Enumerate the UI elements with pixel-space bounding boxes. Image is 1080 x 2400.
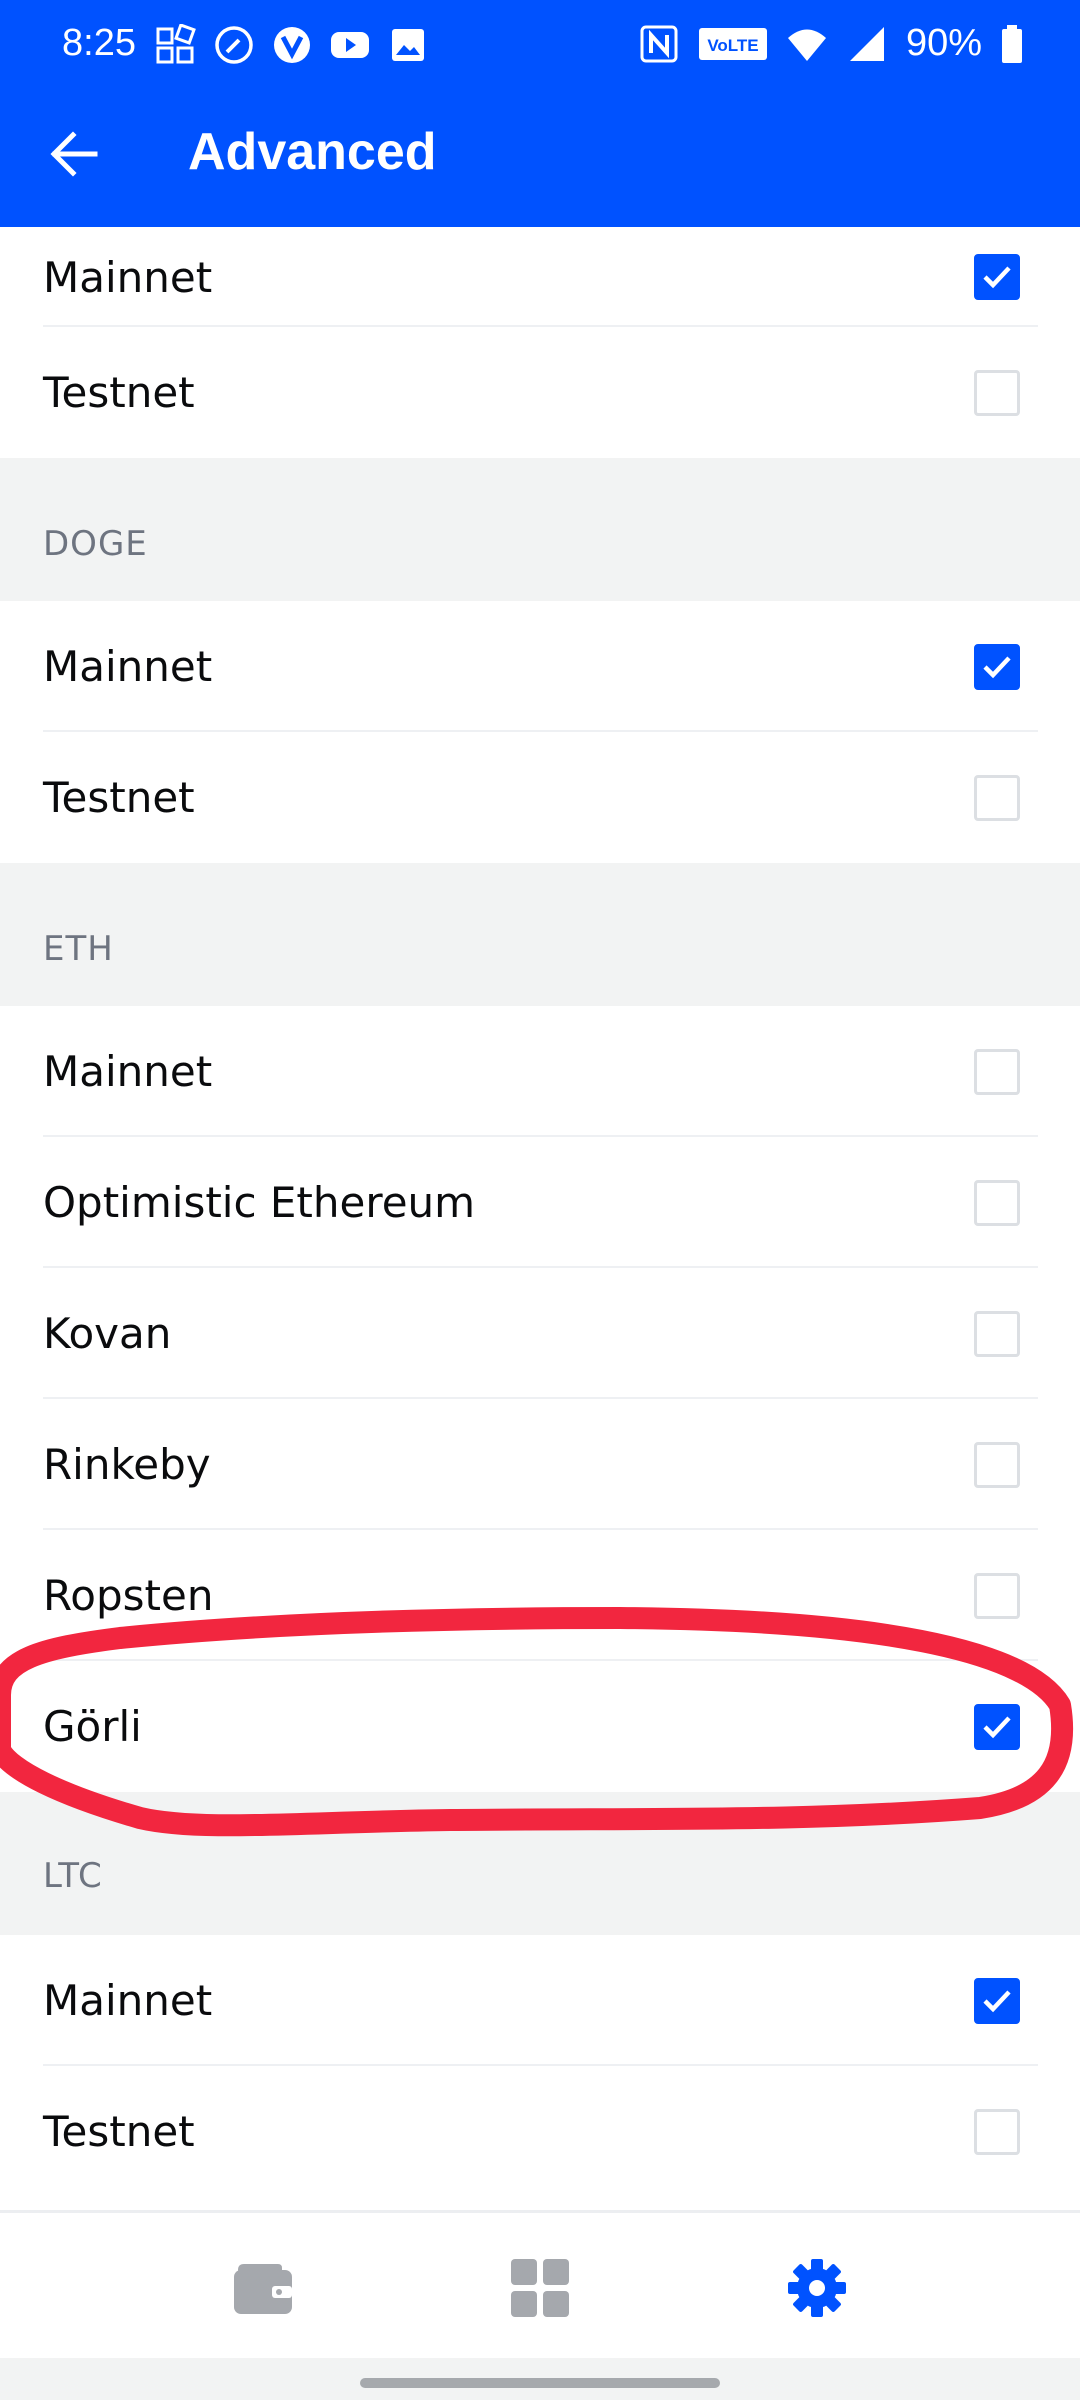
- network-label: Mainnet: [43, 252, 213, 302]
- compass-icon: [215, 26, 253, 64]
- network-label: Mainnet: [43, 642, 213, 691]
- network-row-mainnet[interactable]: Mainnet: [0, 227, 1080, 327]
- network-checkbox[interactable]: [974, 643, 1020, 690]
- checkmark-icon: [983, 1715, 1011, 1738]
- section-header-doge: DOGE: [0, 458, 1080, 601]
- status-time: 8:25: [62, 22, 136, 64]
- volte-icon: VoLTE: [698, 27, 767, 60]
- app-bar: Advanced: [0, 90, 1080, 227]
- network-checkbox[interactable]: [974, 1977, 1020, 2024]
- network-checkbox[interactable]: [974, 1048, 1020, 1095]
- network-label: Testnet: [43, 2107, 195, 2156]
- network-row-optimistic-ethereum[interactable]: Optimistic Ethereum: [0, 1137, 1080, 1268]
- network-label: Kovan: [43, 1309, 172, 1358]
- network-row-doge-testnet[interactable]: Testnet: [0, 732, 1080, 863]
- svg-text:VoLTE: VoLTE: [707, 36, 758, 55]
- network-row-kovan[interactable]: Kovan: [0, 1268, 1080, 1399]
- network-row-ltc-testnet[interactable]: Testnet: [0, 2066, 1080, 2197]
- image-icon: [392, 29, 424, 61]
- gear-icon: [788, 2259, 846, 2317]
- page-title: Advanced: [188, 123, 437, 181]
- apps-outline-icon: [156, 24, 196, 64]
- nfc-icon: [640, 25, 678, 62]
- grid-icon: [511, 2259, 569, 2317]
- network-row-testnet[interactable]: Testnet: [0, 327, 1080, 458]
- bottom-navigation: [0, 2210, 1080, 2358]
- battery-icon: [1002, 24, 1022, 63]
- network-checkbox[interactable]: [974, 254, 1020, 300]
- network-row-doge-mainnet[interactable]: Mainnet: [0, 601, 1080, 732]
- section-title: DOGE: [43, 524, 148, 564]
- status-bar: 8:25 VoLTE 90%: [0, 0, 1080, 90]
- network-row-rinkeby[interactable]: Rinkeby: [0, 1399, 1080, 1530]
- vivaldi-icon: [274, 27, 310, 63]
- section-title: ETH: [43, 929, 114, 969]
- section-header-ltc: LTC: [0, 1792, 1080, 1935]
- network-checkbox[interactable]: [974, 2108, 1020, 2155]
- network-checkbox[interactable]: [974, 1441, 1020, 1488]
- network-label: Rinkeby: [43, 1440, 211, 1489]
- checkmark-icon: [983, 266, 1011, 289]
- network-label: Görli: [43, 1702, 142, 1751]
- top-bar: 8:25 VoLTE 90% Advanced: [0, 0, 1080, 227]
- arrow-left-icon: [50, 131, 98, 177]
- network-checkbox[interactable]: [974, 1179, 1020, 1226]
- app-root: 8:25 VoLTE 90% Advanced Mainnet Testnet …: [0, 0, 1080, 2400]
- network-row-eth-mainnet[interactable]: Mainnet: [0, 1006, 1080, 1137]
- nav-apps[interactable]: [505, 2253, 575, 2323]
- network-label: Ropsten: [43, 1571, 214, 1620]
- gesture-bar[interactable]: [360, 2378, 720, 2388]
- notification-icons: [155, 24, 429, 66]
- youtube-icon: [331, 32, 369, 58]
- checkmark-icon: [983, 655, 1011, 678]
- signal-icon: [849, 26, 884, 61]
- network-row-gorli[interactable]: Görli: [0, 1661, 1080, 1792]
- network-label: Mainnet: [43, 1976, 213, 2025]
- wallet-icon: [234, 2264, 292, 2314]
- system-status: VoLTE 90%: [638, 22, 1024, 65]
- network-checkbox[interactable]: [974, 1572, 1020, 1619]
- network-checkbox[interactable]: [974, 1310, 1020, 1357]
- network-label: Testnet: [43, 368, 195, 417]
- nav-settings[interactable]: [782, 2253, 852, 2323]
- nav-wallet[interactable]: [228, 2253, 298, 2323]
- network-checkbox[interactable]: [974, 774, 1020, 821]
- network-label: Testnet: [43, 773, 195, 822]
- network-row-ltc-mainnet[interactable]: Mainnet: [0, 1935, 1080, 2066]
- network-list[interactable]: Mainnet Testnet DOGE Mainnet Testnet ETH…: [0, 227, 1080, 2210]
- network-checkbox[interactable]: [974, 1703, 1020, 1750]
- wifi-icon: [787, 29, 826, 61]
- section-header-eth: ETH: [0, 863, 1080, 1006]
- network-label: Optimistic Ethereum: [43, 1178, 476, 1227]
- section-title: LTC: [43, 1856, 103, 1896]
- network-checkbox[interactable]: [974, 369, 1020, 416]
- network-row-ropsten[interactable]: Ropsten: [0, 1530, 1080, 1661]
- gesture-area: [0, 2358, 1080, 2400]
- checkmark-icon: [983, 1989, 1011, 2012]
- battery-percent: 90%: [905, 22, 982, 64]
- back-button[interactable]: [38, 118, 110, 190]
- network-label: Mainnet: [43, 1047, 213, 1096]
